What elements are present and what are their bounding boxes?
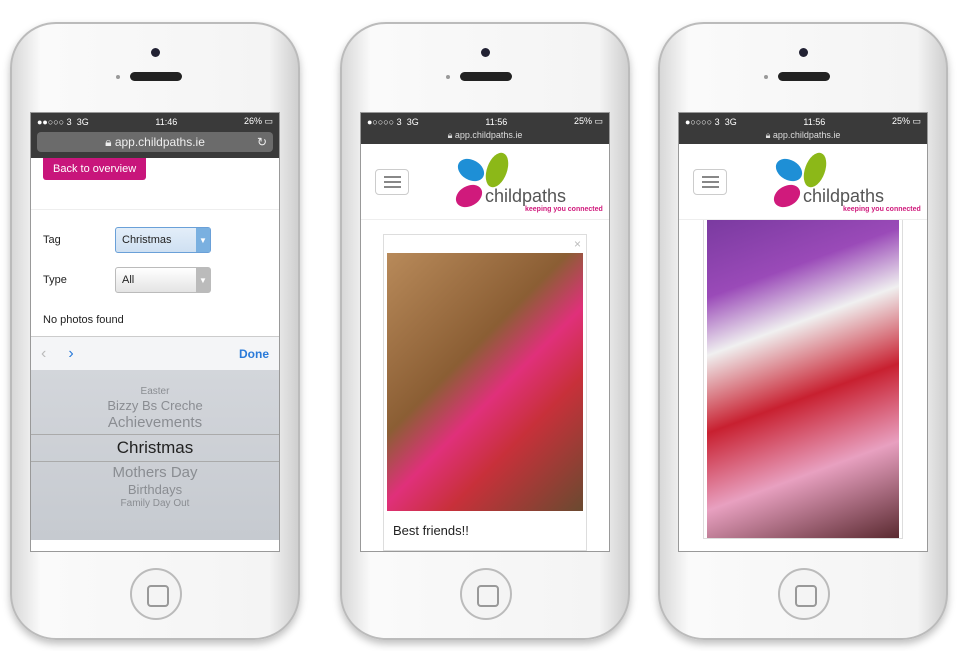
- svg-text:keeping you connected: keeping you connected: [525, 206, 603, 213]
- svg-text:childpaths: childpaths: [803, 186, 884, 206]
- filter-tag: Tag Christmas ▼: [31, 220, 279, 260]
- speaker: [778, 72, 830, 81]
- phone-1: ●●○○○ 3 3G 11:46 26% ▭ 🔒︎ app.childpaths…: [10, 22, 300, 640]
- screen: ●○○○○ 3 3G 11:56 25% ▭ 🔒︎ app.childpaths…: [678, 112, 928, 552]
- phone-3: ●○○○○ 3 3G 11:56 25% ▭ 🔒︎ app.childpaths…: [658, 22, 948, 640]
- next-icon[interactable]: ›: [68, 345, 73, 363]
- screen: ●●○○○ 3 3G 11:46 26% ▭ 🔒︎ app.childpaths…: [30, 112, 280, 552]
- battery-icon: ▭: [264, 116, 273, 126]
- camera: [151, 48, 160, 57]
- time: 11:46: [155, 116, 178, 127]
- lock-icon: 🔒︎: [447, 130, 455, 140]
- chevron-down-icon: ▼: [196, 228, 210, 252]
- photo-card[interactable]: × Best friends!!: [383, 234, 587, 551]
- filter-type: Type All ▼: [31, 260, 279, 300]
- network: 3G: [724, 116, 737, 127]
- home-button[interactable]: [460, 568, 512, 620]
- childpaths-logo: childpaths keeping you connected: [455, 152, 603, 213]
- url-text: app.childpaths.ie: [454, 130, 523, 140]
- sensor: [116, 75, 120, 79]
- close-icon[interactable]: ×: [574, 237, 581, 251]
- battery-level: 25%: [891, 116, 910, 126]
- home-button[interactable]: [778, 568, 830, 620]
- carrier: ●●○○○ 3: [37, 116, 72, 127]
- tag-picker[interactable]: Easter Bizzy Bs Creche Achievements Chri…: [31, 370, 279, 540]
- battery-icon: ▭: [594, 116, 603, 126]
- speaker: [130, 72, 182, 81]
- sensor: [446, 75, 450, 79]
- screen: ●○○○○ 3 3G 11:56 25% ▭ 🔒︎ app.childpaths…: [360, 112, 610, 552]
- back-to-overview-button[interactable]: Back to overview: [43, 158, 147, 180]
- picker-toolbar: ‹ › Done: [31, 336, 279, 370]
- sensor: [764, 75, 768, 79]
- tag-select[interactable]: Christmas ▼: [115, 227, 211, 253]
- lock-icon: 🔒︎: [765, 130, 773, 140]
- type-select[interactable]: All ▼: [115, 267, 211, 293]
- home-button[interactable]: [130, 568, 182, 620]
- picker-option[interactable]: Bizzy Bs Creche: [31, 398, 279, 414]
- menu-icon[interactable]: [693, 168, 727, 195]
- network: 3G: [76, 116, 89, 127]
- previous-icon[interactable]: ‹: [41, 345, 46, 363]
- reload-icon[interactable]: ↻: [257, 135, 267, 149]
- done-button[interactable]: Done: [239, 347, 269, 361]
- lock-icon: 🔒︎: [105, 134, 115, 149]
- battery-level: 26%: [243, 116, 262, 126]
- status-bar: ●○○○○ 3 3G 11:56 25% ▭: [361, 113, 609, 130]
- site-header: childpaths keeping you connected: [679, 144, 927, 220]
- tag-value: Christmas: [122, 234, 172, 246]
- address-bar[interactable]: 🔒︎ app.childpaths.ie: [679, 130, 927, 144]
- carrier: ●○○○○ 3: [685, 116, 720, 127]
- photo[interactable]: [387, 253, 583, 511]
- camera: [799, 48, 808, 57]
- speaker: [460, 72, 512, 81]
- camera: [481, 48, 490, 57]
- url-text: app.childpaths.ie: [114, 135, 205, 149]
- site-header: childpaths keeping you connected: [361, 144, 609, 220]
- type-value: All: [122, 274, 135, 286]
- empty-message: No photos found: [43, 314, 124, 326]
- carrier: ●○○○○ 3: [367, 116, 402, 127]
- menu-icon[interactable]: [375, 168, 409, 195]
- phone-2: ●○○○○ 3 3G 11:56 25% ▭ 🔒︎ app.childpaths…: [340, 22, 630, 640]
- status-bar: ●●○○○ 3 3G 11:46 26% ▭: [31, 113, 279, 130]
- picker-option[interactable]: Easter: [31, 370, 279, 398]
- picker-option[interactable]: Mothers Day: [31, 462, 279, 482]
- address-bar[interactable]: 🔒︎ app.childpaths.ie: [361, 130, 609, 144]
- status-bar: ●○○○○ 3 3G 11:56 25% ▭: [679, 113, 927, 130]
- address-bar[interactable]: 🔒︎ app.childpaths.ie ↻: [37, 132, 273, 152]
- type-label: Type: [43, 274, 67, 286]
- tag-label: Tag: [43, 234, 61, 246]
- photo-card[interactable]: [703, 220, 903, 539]
- svg-text:keeping you connected: keeping you connected: [843, 206, 921, 213]
- childpaths-logo: childpaths keeping you connected: [773, 152, 921, 213]
- photo-caption: Best friends!!: [393, 523, 469, 538]
- picker-option-selected[interactable]: Christmas: [31, 433, 279, 462]
- picker-option[interactable]: Achievements: [31, 414, 279, 434]
- photo[interactable]: [707, 220, 899, 538]
- picker-option[interactable]: Family Day Out: [31, 498, 279, 510]
- time: 11:56: [485, 116, 508, 127]
- picker-option[interactable]: Birthdays: [31, 482, 279, 498]
- battery-level: 25%: [573, 116, 592, 126]
- time: 11:56: [803, 116, 826, 127]
- battery-icon: ▭: [912, 116, 921, 126]
- svg-text:childpaths: childpaths: [485, 186, 566, 206]
- chevron-down-icon: ▼: [196, 268, 210, 292]
- url-text: app.childpaths.ie: [772, 130, 841, 140]
- network: 3G: [406, 116, 419, 127]
